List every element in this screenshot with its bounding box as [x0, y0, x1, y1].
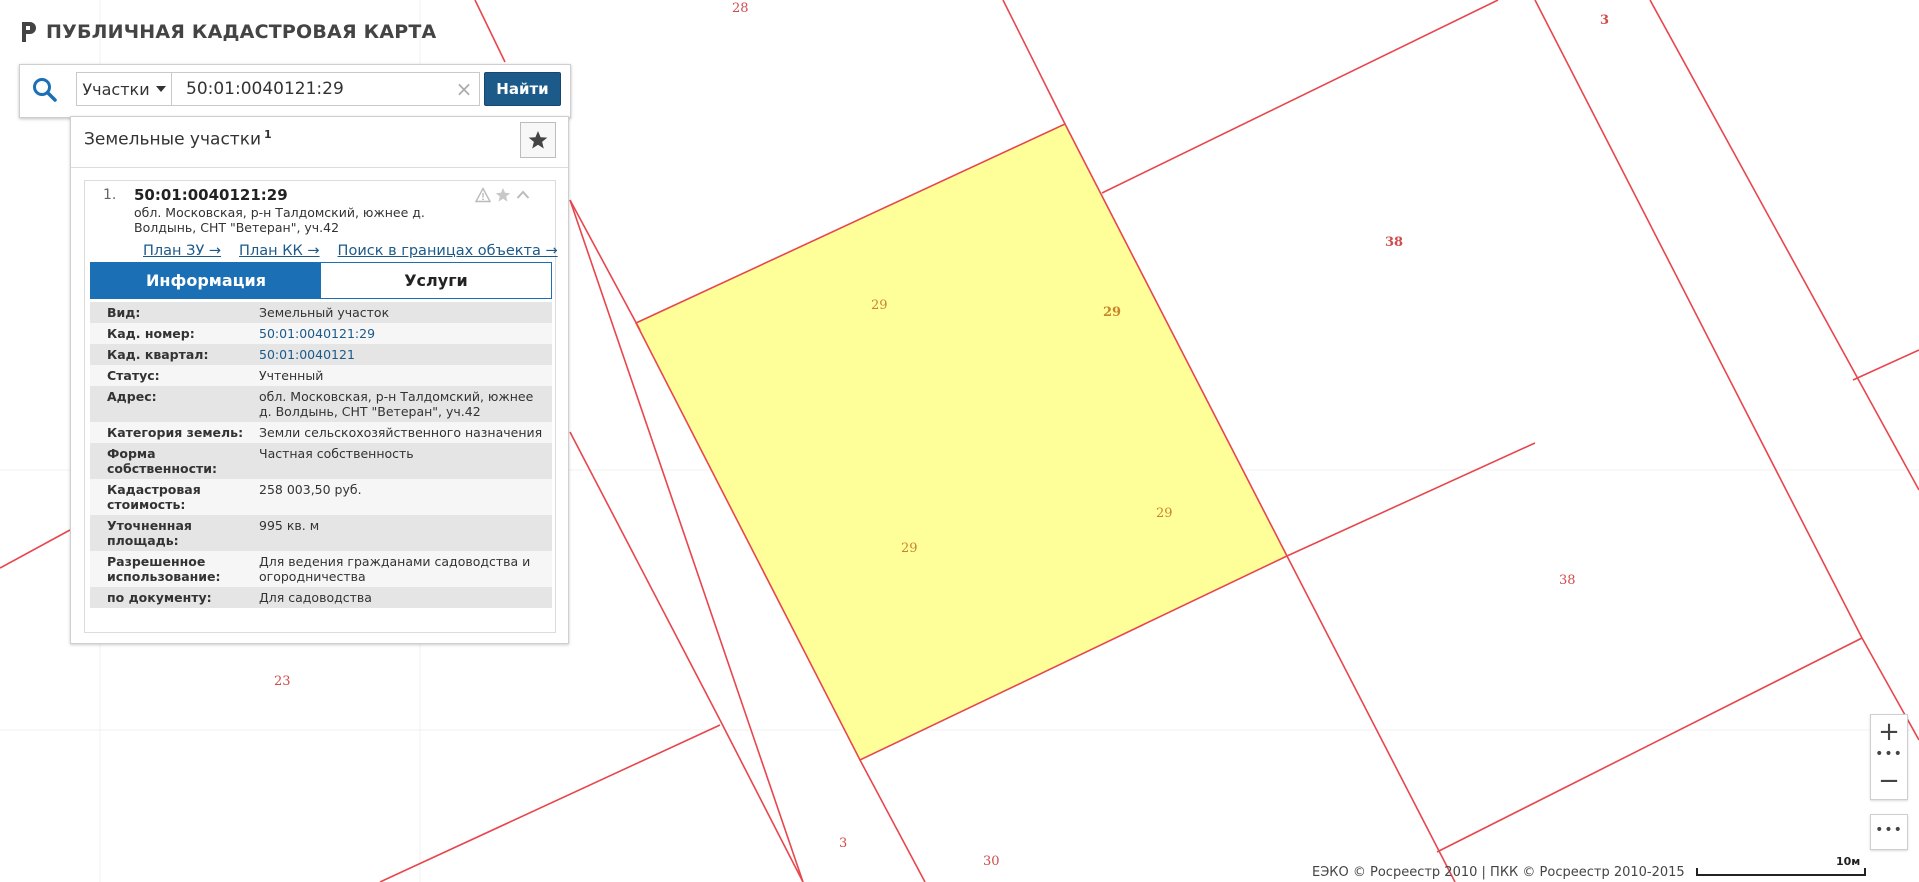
property-value: 995 кв. м [259, 515, 552, 551]
property-value: Учтенный [259, 365, 552, 386]
scale-label: 10м [1836, 855, 1861, 868]
search-type-label: Участки [82, 79, 150, 99]
property-key: Кад. квартал: [90, 344, 259, 365]
table-row: Категория земель: Земли сельскохозяйстве… [90, 422, 552, 443]
chevron-up-icon[interactable] [515, 187, 531, 203]
tab-information[interactable]: Информация [91, 263, 321, 298]
parcel-label: 30 [983, 854, 1000, 869]
property-value-link[interactable]: 50:01:0040121:29 [259, 323, 552, 344]
parcel-label: 29 [1103, 305, 1121, 320]
parcel-label: 29 [1156, 506, 1173, 521]
table-row: по документу: Для садоводства [90, 587, 552, 608]
search-button[interactable]: Найти [484, 72, 561, 106]
search-type-dropdown[interactable]: Участки [76, 72, 171, 106]
plan-kk-link[interactable]: План КК → [239, 243, 320, 259]
plan-zu-link[interactable]: План ЗУ → [143, 243, 221, 259]
parcel-label: 3 [1600, 13, 1609, 28]
results-header: Земельные участки 1 [71, 117, 568, 168]
property-key: Вид: [90, 302, 259, 323]
zoom-level-dots-icon[interactable]: ••• [1871, 747, 1907, 763]
star-icon[interactable] [495, 187, 511, 203]
map-attribution: ЕЭКО © Росреестр 2010 | ПКК © Росреестр … [1312, 865, 1685, 880]
clear-icon[interactable]: × [452, 77, 476, 101]
property-key: Уточненная площадь: [90, 515, 259, 551]
table-row: Статус: Учтенный [90, 365, 552, 386]
table-row: Кадастровая стоимость: 258 003,50 руб. [90, 479, 552, 515]
property-key: Разрешенное использование: [90, 551, 259, 587]
result-cad-number[interactable]: 50:01:0040121:29 [134, 186, 288, 204]
table-row: Уточненная площадь: 995 кв. м [90, 515, 552, 551]
property-key: Статус: [90, 365, 259, 386]
property-key: Категория земель: [90, 422, 259, 443]
result-address: обл. Московская, р-н Талдомский, южнее д… [134, 205, 425, 235]
table-row: Вид: Земельный участок [90, 302, 552, 323]
table-row: Форма собственности: Частная собственнос… [90, 443, 552, 479]
app-title-text: ПУБЛИЧНАЯ КАДАСТРОВАЯ КАРТА [46, 21, 437, 43]
warning-icon[interactable] [475, 187, 491, 203]
tab-services[interactable]: Услуги [321, 263, 551, 298]
zoom-out-button[interactable]: − [1871, 765, 1907, 797]
property-value: обл. Московская, р-н Талдомский, южнее д… [259, 386, 552, 422]
search-bar: Участки × Найти [19, 64, 571, 118]
parcel-label: 29 [871, 298, 888, 313]
table-row: Кад. номер: 50:01:0040121:29 [90, 323, 552, 344]
star-icon [528, 131, 548, 149]
zoom-in-button[interactable]: + [1871, 717, 1907, 747]
property-value: Частная собственность [259, 443, 552, 479]
zoom-control: + ••• − [1870, 714, 1908, 800]
property-key: Форма собственности: [90, 443, 259, 479]
parcel-label: 28 [732, 1, 749, 16]
search-icon[interactable] [30, 75, 60, 105]
results-count: 1 [264, 128, 272, 141]
app-title: ПУБЛИЧНАЯ КАДАСТРОВАЯ КАРТА [18, 18, 436, 46]
property-key: Кад. номер: [90, 323, 259, 344]
search-in-bounds-link[interactable]: Поиск в границах объекта → [338, 243, 558, 259]
result-links: План ЗУ → План КК → Поиск в границах объ… [143, 243, 558, 259]
more-options-button[interactable]: ••• [1870, 814, 1908, 850]
result-card: 1. 50:01:0040121:29 обл. Московская, р-н… [84, 180, 558, 633]
property-key: по документу: [90, 587, 259, 608]
parcel-label: 38 [1559, 573, 1576, 588]
property-key: Адрес: [90, 386, 259, 422]
parcel-label: 3 [839, 836, 847, 851]
result-number: 1. [103, 187, 117, 203]
property-key: Кадастровая стоимость: [90, 479, 259, 515]
results-title: Земельные участки 1 [84, 128, 272, 150]
info-tabs: Информация Услуги [90, 262, 552, 299]
property-value-link[interactable]: 50:01:0040121 [259, 344, 552, 365]
caret-down-icon [155, 86, 166, 92]
selected-parcel[interactable] [634, 122, 1289, 762]
parcel-label: 29 [901, 541, 918, 556]
property-value: Для садоводства [259, 587, 552, 608]
results-panel: Земельные участки 1 1. 50:01:0040121:29 о… [70, 116, 569, 644]
logo-icon [22, 22, 36, 42]
parcel-label: 38 [1385, 235, 1403, 250]
property-value: 258 003,50 руб. [259, 479, 552, 515]
info-table: Вид: Земельный участок Кад. номер: 50:01… [90, 302, 552, 608]
favorite-button[interactable] [520, 122, 556, 158]
property-value: Земельный участок [259, 302, 552, 323]
result-actions [475, 187, 531, 203]
property-value: Для ведения гражданами садоводства и ого… [259, 551, 552, 587]
property-value: Земли сельскохозяйственного назначения [259, 422, 552, 443]
parcel-label: 23 [274, 674, 291, 689]
results-title-text: Земельные участки [84, 129, 262, 150]
search-input[interactable] [171, 72, 480, 106]
table-row: Разрешенное использование: Для ведения г… [90, 551, 552, 587]
table-row: Кад. квартал: 50:01:0040121 [90, 344, 552, 365]
table-row: Адрес: обл. Московская, р-н Талдомский, … [90, 386, 552, 422]
